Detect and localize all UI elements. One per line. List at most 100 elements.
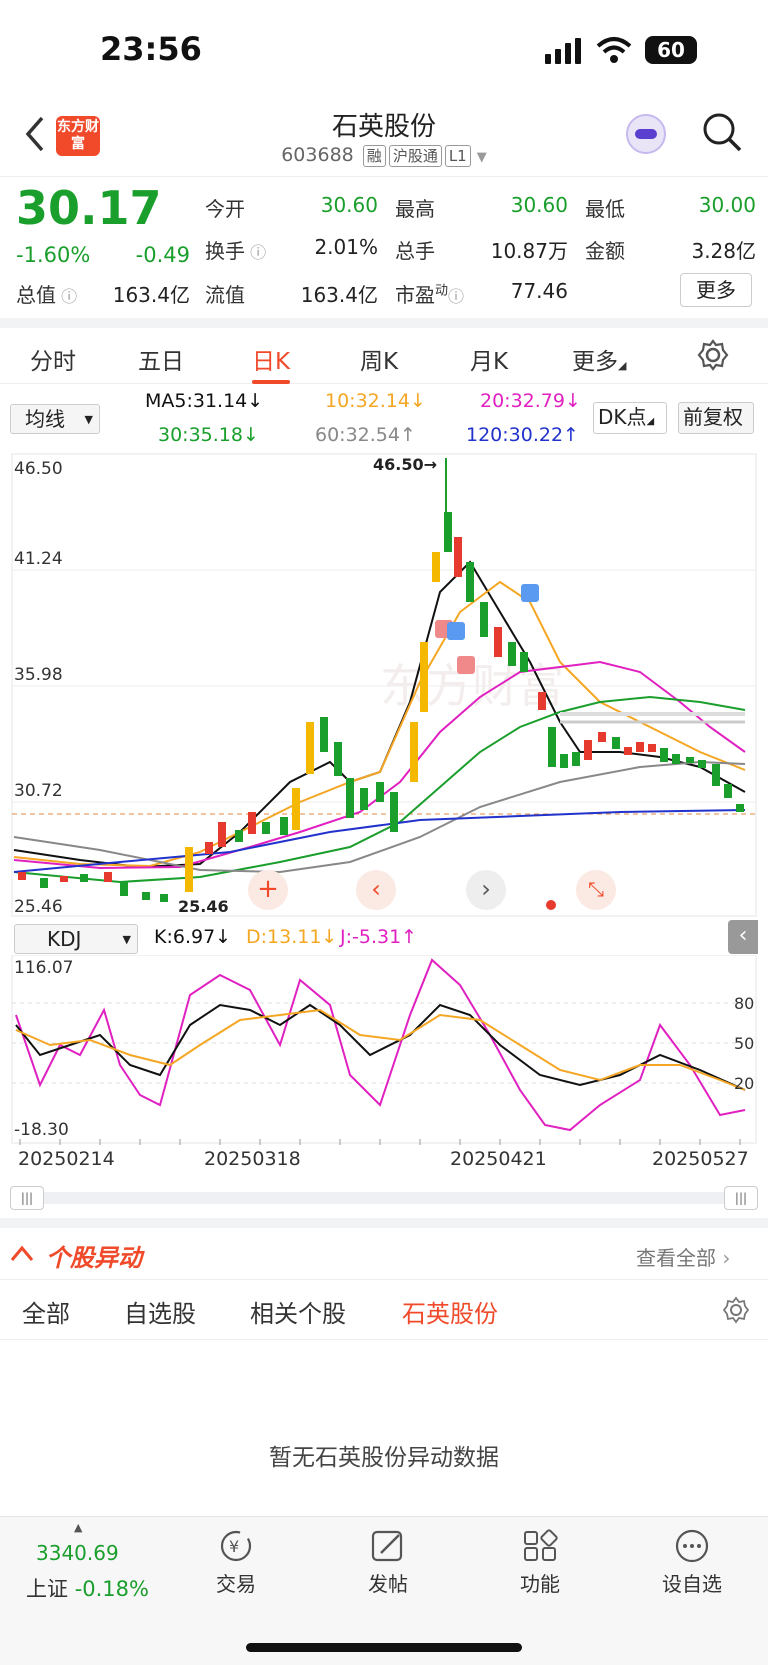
more-button[interactable]: 更多 [680,273,752,307]
robot-assistant-icon[interactable] [626,114,666,154]
candlestick-svg: 东方财富 46.50 41.24 35.98 30.72 25.46 46.50… [11,453,757,917]
kdj-chart[interactable]: 116.07 -18.30 80 50 20 [0,954,768,1145]
status-time: 23:56 [100,30,202,68]
fullscreen-button[interactable]: ⤡ [576,870,616,910]
range-handle-left[interactable]: ||| [10,1186,44,1210]
ma30-value: 30:35.18↓ [158,424,259,446]
post-button[interactable]: 发帖 [338,1529,438,1597]
candlestick-chart[interactable]: 东方财富 46.50 41.24 35.98 30.72 25.46 46.50… [0,452,768,920]
price-label-3: 35.98 [14,665,63,685]
grid-icon [524,1529,558,1561]
turnover-label[interactable]: 换手 ⓘ [205,235,266,264]
kdj-bottom-label: -18.30 [14,1120,69,1140]
amount-value: 3.28亿 [691,239,756,263]
open-value: 30.60 [320,193,378,217]
search-icon[interactable] [702,112,742,152]
tab-weekly-k[interactable]: 周K [360,342,398,376]
index-value[interactable]: 3340.69 [36,1541,119,1565]
change-amount: -0.49 [135,243,190,267]
subtab-related[interactable]: 相关个股 [250,1294,346,1329]
dk-point-button[interactable]: DK点◢ [593,402,667,434]
price-label-4: 30.72 [14,781,63,801]
last-price: 30.17 [16,181,162,235]
anomaly-tabs: 全部 自选股 相关个股 石英股份 [0,1280,768,1340]
wifi-icon [596,37,632,63]
date-axis: 20250214 20250318 20250421 20250527 [0,1146,768,1176]
add-watchlist-button[interactable]: 设自选 [642,1529,742,1597]
svg-text:¥: ¥ [229,1537,239,1556]
float-label: 流值 [205,283,245,307]
gear-icon[interactable] [696,338,730,372]
ma10-value: 10:32.14↓ [325,390,426,412]
ma-legend: 均线 ▼ MA5:31.14↓ 10:32.14↓ 20:32.79↓ 30:35… [0,384,768,452]
subtab-this-stock[interactable]: 石英股份 [402,1294,498,1329]
tag-margin: 融 [362,145,386,167]
pan-right-button[interactable]: › [466,870,506,910]
period-tabs: 分时 五日 日K 周K 月K 更多◢ [0,318,768,384]
indicator-selector[interactable]: 均线 ▼ [10,404,100,434]
adjust-mode-button[interactable]: 前复权 [678,402,754,434]
anomaly-panel-header: 个股异动 查看全部 › [0,1218,768,1280]
kdj-svg: 116.07 -18.30 80 50 20 [11,954,757,1145]
date-label-2: 20250318 [204,1148,301,1170]
battery-icon: 60 [645,36,697,64]
tag-level: L1 [444,145,471,167]
low-marker: 25.46 [178,897,229,916]
signal-icon [545,38,581,64]
panel-title: 个股异动 [46,1244,142,1272]
app-root: 23:56 60 东方财富 石英股份 603688 融沪股通 L1 ▼ 30.17… [0,0,768,1665]
collapse-panel-button[interactable]: ‹ [728,920,758,954]
tab-more[interactable]: 更多◢ [572,342,626,376]
open-label: 今开 [205,197,245,221]
mcap-value: 163.4亿 [112,283,190,307]
date-label-3: 20250421 [450,1148,547,1170]
stock-header: 东方财富 石英股份 603688 融沪股通 L1 ▼ [0,100,768,176]
gear-icon[interactable] [722,1296,750,1324]
functions-button[interactable]: 功能 [490,1529,590,1597]
kdj-top-label: 116.07 [14,958,73,978]
volume-value: 10.87万 [490,239,568,263]
zoom-in-button[interactable]: + [248,870,288,910]
high-marker: 46.50→ [373,455,437,474]
low-value: 30.00 [698,193,756,217]
chart-range-scrollbar[interactable]: ||| ||| [10,1186,758,1212]
tag-connect: 沪股通 [388,145,442,167]
mcap-label[interactable]: 总值 ⓘ [16,279,77,308]
turnover-value: 2.01% [314,235,378,259]
sell-signal-icon [447,622,465,640]
pe-value: 77.46 [510,279,568,303]
trade-button[interactable]: ¥ 交易 [186,1529,286,1597]
stock-code: 603688 [281,144,354,166]
date-label-4: 20250527 [652,1148,749,1170]
ma120-value: 120:30.22↑ [466,424,579,446]
pe-label[interactable]: 市盈动ⓘ [395,279,464,308]
amount-label: 金额 [585,239,625,263]
price-label-top: 46.50 [14,459,63,479]
edit-icon [371,1530,403,1562]
caret-down-icon: ▼ [476,150,487,165]
kdj-selector[interactable]: KDJ ▼ [14,924,138,954]
subtab-watchlist[interactable]: 自选股 [124,1294,196,1329]
ma60-value: 60:32.54↑ [315,424,416,446]
float-value: 163.4亿 [300,283,378,307]
tab-five-day[interactable]: 五日 [138,342,184,376]
tab-intraday[interactable]: 分时 [30,342,76,376]
status-bar: 23:56 60 [0,0,768,100]
kdj-level-50: 50 [734,1034,754,1053]
range-handle-right[interactable]: ||| [724,1186,758,1210]
sell-signal-icon-2 [521,584,539,602]
tab-daily-k[interactable]: 日K [252,342,290,376]
scroll-track [10,1192,758,1204]
kdj-level-80: 80 [734,994,754,1013]
chevron-up-icon[interactable] [10,1244,34,1262]
kdj-legend: KDJ ▼ K:6.97↓ D:13.11↓ J:-5.31↑ ‹ [0,920,768,960]
pan-left-button[interactable]: ‹ [356,870,396,910]
kdj-j-value: J:-5.31↑ [340,926,418,948]
price-label-bottom: 25.46 [14,897,63,917]
view-all-link[interactable]: 查看全部 › [636,1242,730,1271]
ma20-value: 20:32.79↓ [480,390,581,412]
tab-monthly-k[interactable]: 月K [470,342,508,376]
low-label: 最低 [585,197,625,221]
subtab-all[interactable]: 全部 [22,1294,70,1329]
index-summary[interactable]: 上证 -0.18% [26,1573,149,1603]
